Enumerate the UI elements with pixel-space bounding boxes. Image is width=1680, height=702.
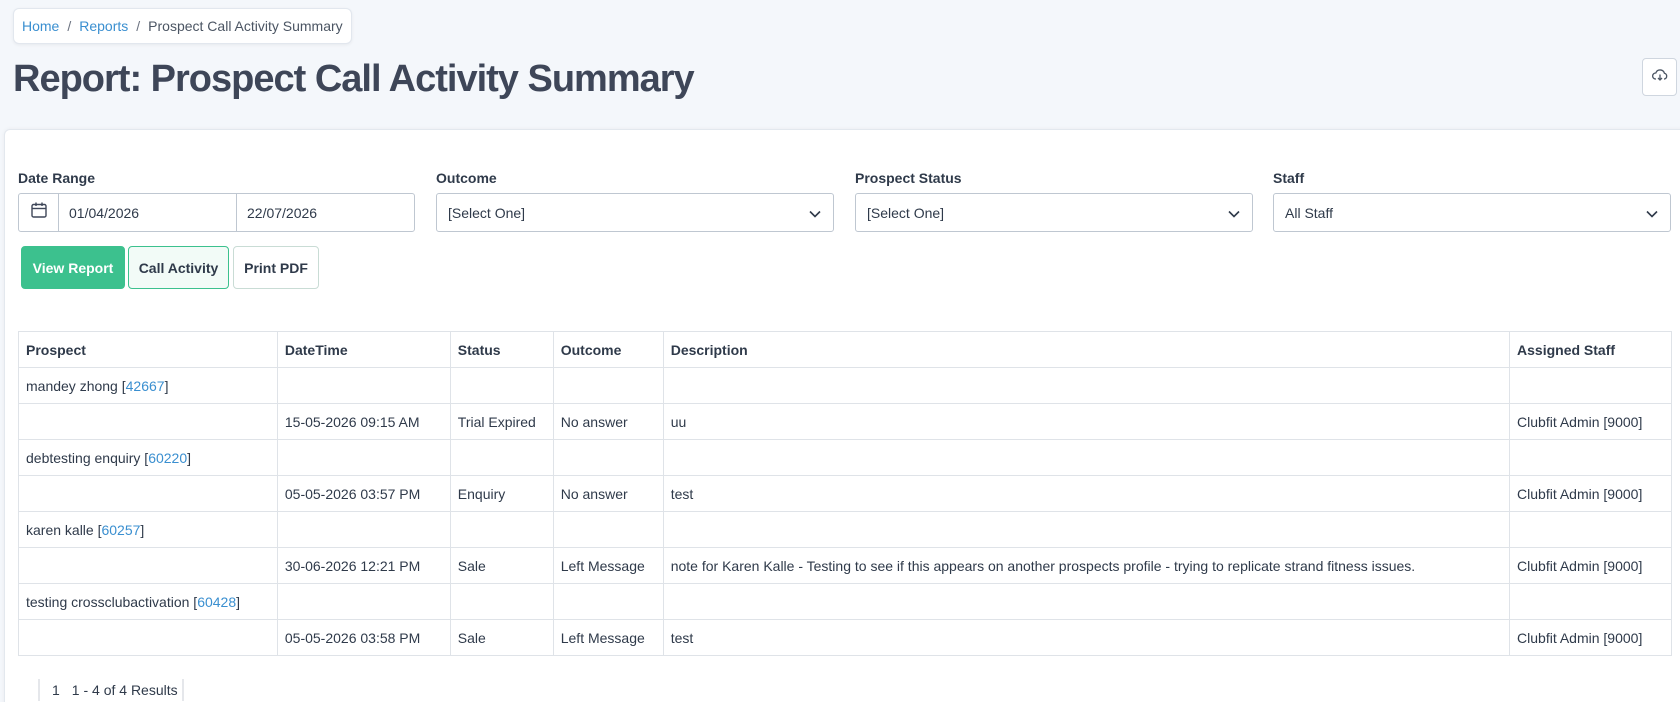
datetime-cell: 05-05-2026 03:58 PM bbox=[276, 619, 451, 656]
datetime-cell: 15-05-2026 09:15 AM bbox=[276, 403, 451, 440]
report-table: Prospect DateTime Status Outcome Descrip… bbox=[18, 331, 1672, 656]
prospect-cell: testing crossclubactivation [60428] bbox=[18, 583, 278, 620]
outcome-label: Outcome bbox=[436, 170, 497, 186]
chevron-down-icon bbox=[1646, 205, 1658, 221]
date-range-picker: 01/04/2026 22/07/2026 bbox=[18, 193, 415, 232]
status-cell: Sale bbox=[449, 547, 554, 584]
datetime-cell: 05-05-2026 03:57 PM bbox=[276, 475, 451, 512]
page-title: Report: Prospect Call Activity Summary bbox=[13, 58, 695, 100]
breadcrumb-current: Prospect Call Activity Summary bbox=[148, 18, 343, 34]
assigned-staff-cell: Clubfit Admin [9000] bbox=[1509, 547, 1672, 584]
description-cell: test bbox=[662, 619, 1511, 656]
description-cell: note for Karen Kalle - Testing to see if… bbox=[662, 547, 1511, 584]
prospect-cell: debtesting enquiry [60220] bbox=[18, 439, 278, 476]
prospect-id-link[interactable]: 60257 bbox=[101, 522, 140, 538]
print-pdf-button[interactable]: Print PDF bbox=[233, 246, 319, 289]
view-report-button[interactable]: View Report bbox=[21, 246, 125, 289]
prospect-id-link[interactable]: 60428 bbox=[197, 594, 236, 610]
prospect-group-row: testing crossclubactivation [60428] bbox=[18, 583, 1672, 620]
prospect-cell: mandey zhong [42667] bbox=[18, 367, 278, 404]
status-cell: Trial Expired bbox=[449, 403, 554, 440]
prospect-id-link[interactable]: 60220 bbox=[148, 450, 187, 466]
export-button[interactable] bbox=[1642, 58, 1677, 96]
results-summary: 1 - 4 of 4 Results bbox=[71, 682, 178, 698]
calendar-button[interactable] bbox=[19, 194, 59, 231]
breadcrumb: Home / Reports / Prospect Call Activity … bbox=[13, 8, 352, 44]
staff-label: Staff bbox=[1273, 170, 1305, 186]
prospect-name: mandey zhong bbox=[26, 377, 118, 394]
staff-select[interactable]: All Staff bbox=[1273, 193, 1671, 232]
description-cell: test bbox=[662, 475, 1511, 512]
prospect-name: testing crossclubactivation bbox=[26, 593, 190, 610]
calendar-icon bbox=[30, 201, 48, 224]
activity-row: 15-05-2026 09:15 AM Trial Expired No ans… bbox=[18, 403, 1672, 440]
prospect-name: karen kalle bbox=[26, 521, 94, 538]
description-cell: uu bbox=[662, 403, 1511, 440]
staff-select-value: All Staff bbox=[1285, 204, 1333, 221]
assigned-staff-cell: Clubfit Admin [9000] bbox=[1509, 619, 1672, 656]
column-header-description: Description bbox=[662, 331, 1511, 368]
prospect-id-link[interactable]: 42667 bbox=[126, 378, 165, 394]
activity-row: 05-05-2026 03:58 PM Sale Left Message te… bbox=[18, 619, 1672, 656]
prospect-group-row: debtesting enquiry [60220] bbox=[18, 439, 1672, 476]
outcome-cell: No answer bbox=[552, 475, 664, 512]
column-header-prospect: Prospect bbox=[18, 331, 278, 368]
activity-row: 05-05-2026 03:57 PM Enquiry No answer te… bbox=[18, 475, 1672, 512]
outcome-cell: Left Message bbox=[552, 619, 664, 656]
column-header-assigned-staff: Assigned Staff bbox=[1509, 331, 1672, 368]
outcome-cell: Left Message bbox=[552, 547, 664, 584]
page-number-button[interactable]: 1 bbox=[52, 682, 60, 698]
breadcrumb-separator: / bbox=[67, 18, 72, 34]
activity-row: 30-06-2026 12:21 PM Sale Left Message no… bbox=[18, 547, 1672, 584]
prospect-group-row: mandey zhong [42667] bbox=[18, 367, 1672, 404]
date-from-input[interactable]: 01/04/2026 bbox=[59, 194, 237, 231]
column-header-outcome: Outcome bbox=[552, 331, 664, 368]
call-activity-button[interactable]: Call Activity bbox=[128, 246, 229, 289]
column-header-status: Status bbox=[449, 331, 554, 368]
date-to-input[interactable]: 22/07/2026 bbox=[237, 194, 414, 231]
prospect-status-select-value: [Select One] bbox=[867, 204, 945, 221]
prospect-name: debtesting enquiry bbox=[26, 449, 141, 466]
outcome-cell: No answer bbox=[552, 403, 664, 440]
pagination: 1 1 - 4 of 4 Results bbox=[38, 679, 184, 701]
status-cell: Sale bbox=[449, 619, 554, 656]
status-cell: Enquiry bbox=[449, 475, 554, 512]
prospect-status-select[interactable]: [Select One] bbox=[855, 193, 1253, 232]
outcome-select-value: [Select One] bbox=[448, 204, 526, 221]
column-header-datetime: DateTime bbox=[276, 331, 451, 368]
prospect-cell: karen kalle [60257] bbox=[18, 511, 278, 548]
date-range-label: Date Range bbox=[18, 170, 96, 186]
prospect-group-row: karen kalle [60257] bbox=[18, 511, 1672, 548]
prospect-status-label: Prospect Status bbox=[855, 170, 962, 186]
outcome-select[interactable]: [Select One] bbox=[436, 193, 834, 232]
chevron-down-icon bbox=[809, 205, 821, 221]
breadcrumb-separator: / bbox=[136, 18, 141, 34]
datetime-cell: 30-06-2026 12:21 PM bbox=[276, 547, 451, 584]
breadcrumb-home-link[interactable]: Home bbox=[22, 18, 59, 34]
chevron-down-icon bbox=[1228, 205, 1240, 221]
cloud-download-icon bbox=[1651, 68, 1668, 87]
table-header-row: Prospect DateTime Status Outcome Descrip… bbox=[18, 331, 1672, 368]
assigned-staff-cell: Clubfit Admin [9000] bbox=[1509, 475, 1672, 512]
assigned-staff-cell: Clubfit Admin [9000] bbox=[1509, 403, 1672, 440]
breadcrumb-reports-link[interactable]: Reports bbox=[79, 18, 128, 34]
